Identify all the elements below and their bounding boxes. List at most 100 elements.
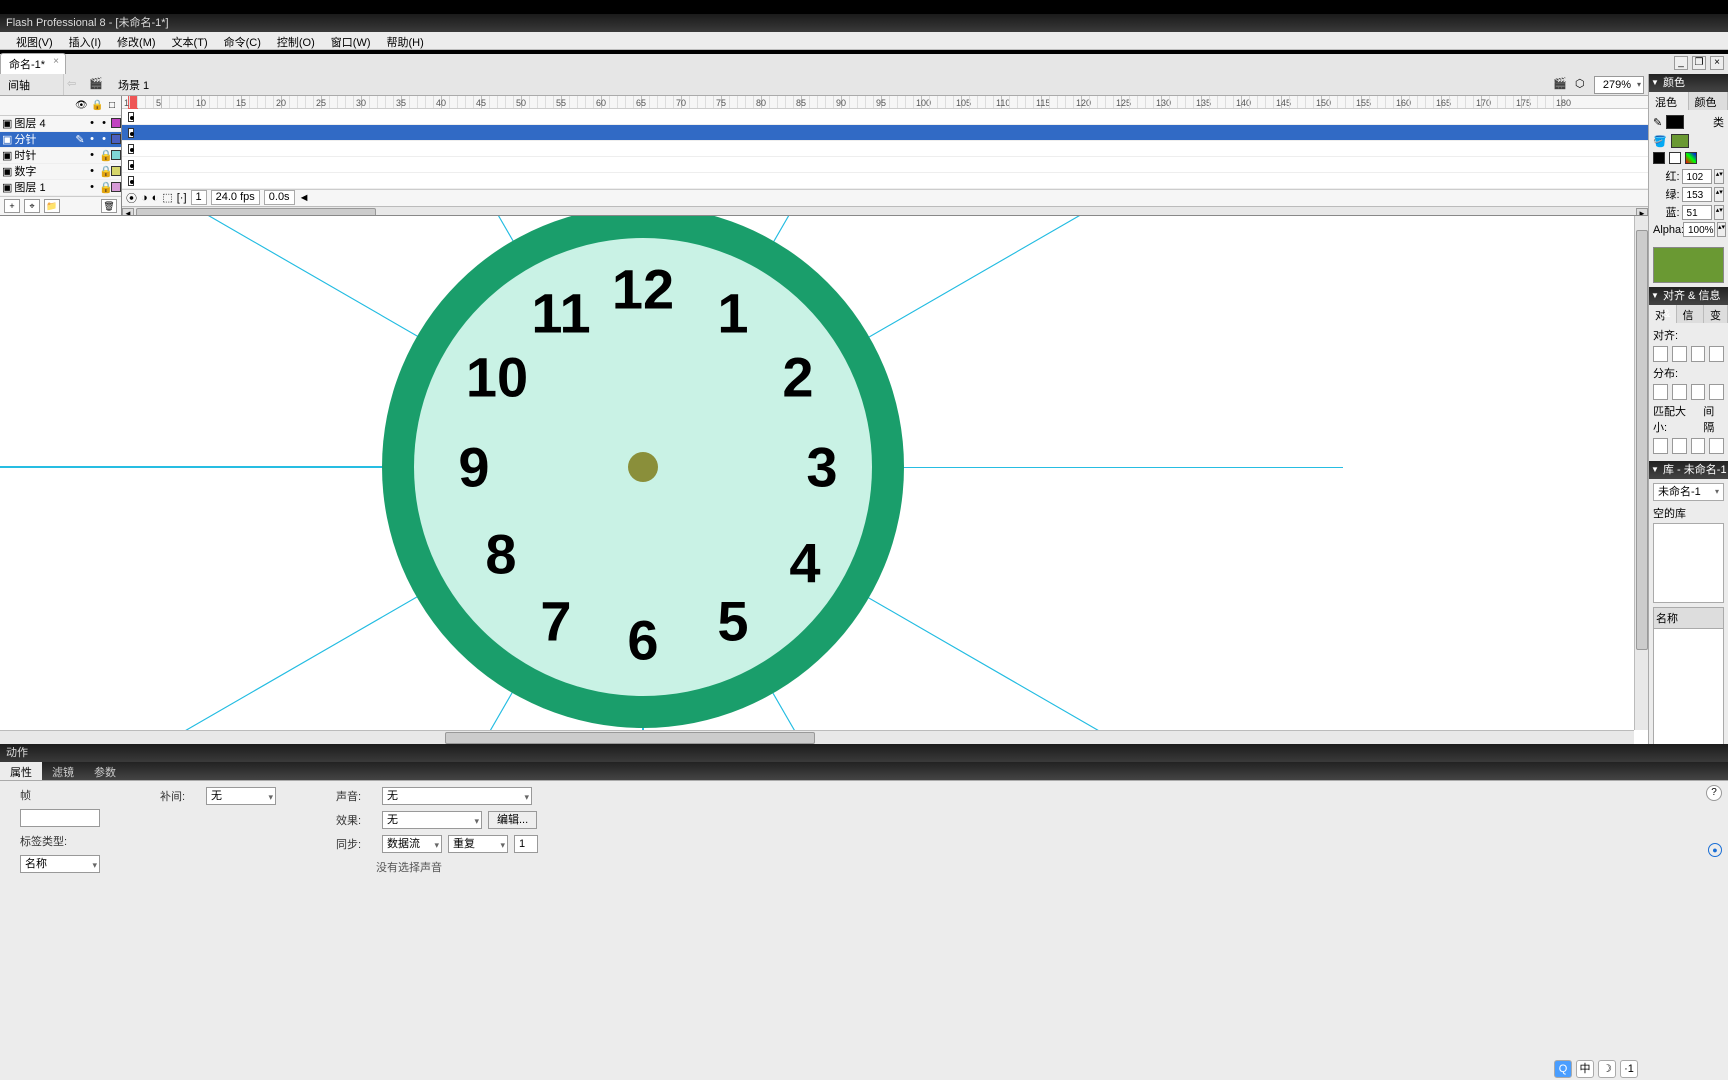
ime-lang[interactable]: 中 bbox=[1576, 1060, 1594, 1078]
layer-color-chip[interactable] bbox=[111, 118, 121, 128]
clock-8[interactable]: 8 bbox=[485, 522, 516, 587]
layer-color-chip[interactable] bbox=[111, 166, 121, 176]
clock-11[interactable]: 11 bbox=[531, 281, 590, 346]
layer-row[interactable]: ▣ 图层 4 • • bbox=[0, 116, 121, 132]
match-height-icon[interactable] bbox=[1672, 438, 1687, 454]
clock-2[interactable]: 2 bbox=[782, 345, 813, 410]
dist-left-icon[interactable] bbox=[1709, 384, 1724, 400]
timeline-ruler[interactable]: 1510152025303540455055606570758085909510… bbox=[122, 96, 1648, 109]
ime-moon-icon[interactable]: ☽ bbox=[1598, 1060, 1616, 1078]
scroll-thumb[interactable] bbox=[1636, 230, 1648, 650]
red-input[interactable]: 102 bbox=[1682, 169, 1713, 184]
stage-hscroll[interactable] bbox=[0, 730, 1634, 744]
menu-modify[interactable]: 修改(M) bbox=[109, 32, 164, 49]
menu-text[interactable]: 文本(T) bbox=[164, 32, 216, 49]
clock-9[interactable]: 9 bbox=[458, 435, 489, 500]
ime-mode[interactable]: ·1 bbox=[1620, 1060, 1638, 1078]
menu-control[interactable]: 控制(O) bbox=[269, 32, 323, 49]
align-panel-header[interactable]: 对齐 & 信息 & bbox=[1649, 287, 1728, 305]
spinner-icon[interactable]: ▴▾ bbox=[1714, 169, 1724, 184]
filters-tab[interactable]: 滤镜 bbox=[42, 762, 84, 780]
timeline-hscroll[interactable]: ◄ ► bbox=[122, 206, 1648, 215]
black-white-icon[interactable] bbox=[1653, 152, 1665, 164]
zoom-field[interactable]: 279% bbox=[1594, 76, 1644, 94]
properties-tab[interactable]: 属性 bbox=[0, 762, 42, 780]
dist-top-icon[interactable] bbox=[1653, 384, 1668, 400]
align-top-icon[interactable] bbox=[1709, 346, 1724, 362]
layer-color-chip[interactable] bbox=[111, 134, 121, 144]
scroll-thumb[interactable] bbox=[136, 208, 376, 215]
menu-commands[interactable]: 命令(C) bbox=[216, 32, 269, 49]
clock-center[interactable] bbox=[628, 452, 658, 482]
modify-onion-icon[interactable]: [·] bbox=[177, 192, 187, 204]
dist-bottom-icon[interactable] bbox=[1691, 384, 1706, 400]
library-list[interactable] bbox=[1653, 629, 1724, 749]
edit-symbol-icon[interactable]: ⬡ bbox=[1574, 76, 1592, 94]
layer-visible-dot[interactable]: • bbox=[87, 149, 97, 161]
add-layer-icon[interactable]: + bbox=[4, 199, 20, 213]
spinner-icon[interactable]: ▴▾ bbox=[1714, 205, 1724, 220]
dist-vcenter-icon[interactable] bbox=[1672, 384, 1687, 400]
green-input[interactable]: 153 bbox=[1682, 187, 1713, 202]
actions-panel-header[interactable]: 动作 bbox=[0, 744, 1728, 762]
library-panel-header[interactable]: 库 - 未命名-1 bbox=[1649, 461, 1728, 479]
spinner-icon[interactable]: ▴▾ bbox=[1717, 222, 1726, 237]
window-restore-icon[interactable]: ❐ bbox=[1692, 56, 1706, 70]
layer-row[interactable]: ▣ 图层 1 • 🔒 bbox=[0, 180, 121, 196]
mixer-tab[interactable]: 混色器 bbox=[1649, 92, 1689, 110]
layer-lock-dot[interactable]: • bbox=[99, 133, 109, 145]
effect-select[interactable]: 无 bbox=[382, 811, 482, 829]
center-playhead-icon[interactable]: ⦿ bbox=[126, 190, 137, 206]
timeline-tab[interactable]: 间轴 bbox=[4, 74, 64, 95]
stage[interactable]: 12 1 2 3 4 5 6 7 8 9 10 11 bbox=[0, 216, 1300, 736]
no-color-icon[interactable] bbox=[1669, 152, 1681, 164]
clock-10[interactable]: 10 bbox=[466, 345, 528, 410]
lock-column-icon[interactable]: 🔒 bbox=[91, 100, 101, 110]
layer-visible-dot[interactable]: • bbox=[87, 181, 97, 193]
onion-skin-icon[interactable]: ◑ bbox=[141, 192, 148, 204]
clock-5[interactable]: 5 bbox=[717, 589, 748, 654]
ime-q[interactable]: Q bbox=[1554, 1060, 1572, 1078]
clock-3[interactable]: 3 bbox=[806, 435, 837, 500]
info-icon[interactable]: ● bbox=[1708, 843, 1722, 857]
match-both-icon[interactable] bbox=[1691, 438, 1706, 454]
window-minimize-icon[interactable]: _ bbox=[1674, 56, 1688, 70]
align-hcenter-icon[interactable] bbox=[1672, 346, 1687, 362]
align-right-icon[interactable] bbox=[1691, 346, 1706, 362]
scroll-right-icon[interactable]: ► bbox=[1636, 208, 1648, 215]
match-width-icon[interactable] bbox=[1653, 438, 1668, 454]
align-left-icon[interactable] bbox=[1653, 346, 1668, 362]
layer-lock-icon[interactable]: 🔒 bbox=[99, 181, 109, 194]
clock-6[interactable]: 6 bbox=[627, 608, 658, 673]
clock-1[interactable]: 1 bbox=[717, 281, 748, 346]
tween-select[interactable]: 无 bbox=[206, 787, 276, 805]
delete-layer-icon[interactable]: 🗑 bbox=[101, 199, 117, 213]
stage-vscroll[interactable] bbox=[1634, 216, 1648, 730]
fill-color-swatch[interactable] bbox=[1671, 134, 1689, 148]
layer-row[interactable]: ▣ 数字 • 🔒 bbox=[0, 164, 121, 180]
layer-row[interactable]: ▣ 分针 ✎ • • bbox=[0, 132, 121, 148]
library-doc-select[interactable]: 未命名-1 bbox=[1653, 483, 1724, 501]
back-icon[interactable]: ⇦ bbox=[66, 76, 84, 94]
swatches-tab[interactable]: 颜色样 bbox=[1689, 92, 1728, 110]
menu-window[interactable]: 窗口(W) bbox=[323, 32, 379, 49]
scroll-left-icon[interactable]: ◄ bbox=[122, 208, 134, 215]
layer-visible-dot[interactable]: • bbox=[87, 165, 97, 177]
menu-insert[interactable]: 插入(I) bbox=[61, 32, 109, 49]
clock-4[interactable]: 4 bbox=[789, 531, 820, 596]
spinner-icon[interactable]: ▴▾ bbox=[1714, 187, 1724, 202]
document-tab[interactable]: 命名-1* × bbox=[0, 53, 66, 74]
help-icon[interactable]: ? bbox=[1706, 785, 1722, 801]
space-h-icon[interactable] bbox=[1709, 438, 1724, 454]
layer-lock-icon[interactable]: 🔒 bbox=[99, 165, 109, 178]
window-close-icon[interactable]: × bbox=[1710, 56, 1724, 70]
transform-tab[interactable]: 变 bbox=[1704, 305, 1728, 323]
alpha-input[interactable]: 100% bbox=[1683, 222, 1715, 237]
blue-input[interactable]: 51 bbox=[1682, 205, 1713, 220]
sound-select[interactable]: 无 bbox=[382, 787, 532, 805]
layer-lock-dot[interactable]: • bbox=[99, 117, 109, 129]
stage-area[interactable]: 12 1 2 3 4 5 6 7 8 9 10 11 bbox=[0, 216, 1648, 744]
sync-count-input[interactable]: 1 bbox=[514, 835, 538, 853]
add-guide-layer-icon[interactable]: ⌖ bbox=[24, 199, 40, 213]
layer-visible-dot[interactable]: • bbox=[87, 117, 97, 129]
